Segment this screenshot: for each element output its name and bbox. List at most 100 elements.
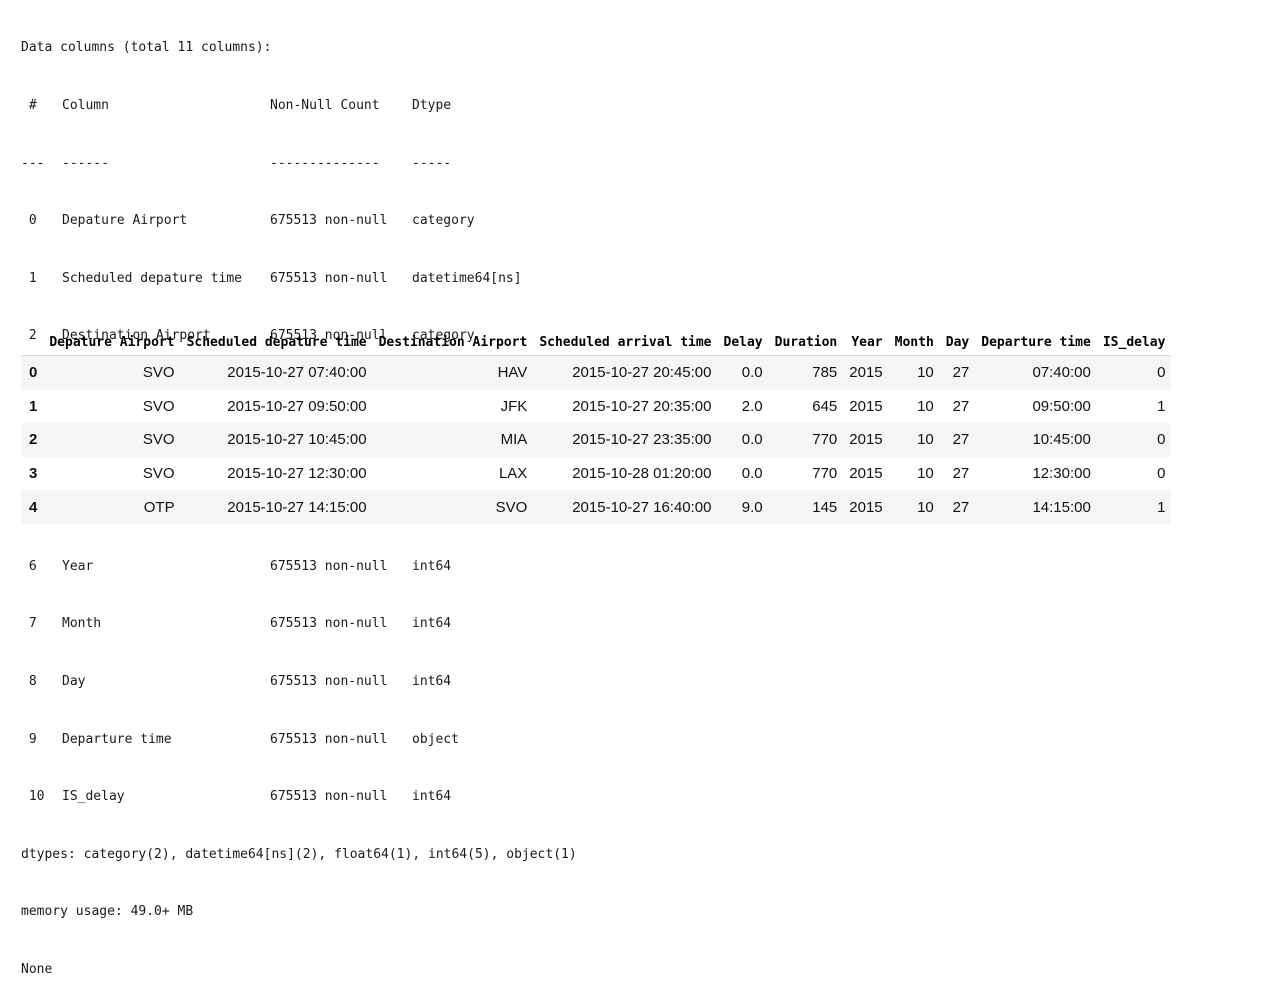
table-cell-delay: 0.0	[741, 364, 763, 382]
info-row-dtype: datetime64[ns]	[412, 270, 522, 286]
info-separator: --- ------ -------------- -----	[21, 154, 577, 173]
table-cell-day: 27	[952, 431, 970, 449]
row-index-cell: 3	[29, 465, 38, 483]
column-header-year: Year	[843, 330, 889, 356]
table-cell-depature-airport: SVO	[142, 397, 175, 415]
column-header-departure-time: Departure time	[975, 330, 1097, 356]
table-cell-duration: 145	[812, 498, 838, 516]
table-body: 0 SVO 2015-10-27 07:40:00 HAV 2015-10-27 20:…	[21, 355, 1172, 524]
info-row-column: Year	[62, 558, 94, 574]
row-index-cell: 0	[29, 364, 38, 382]
info-row-column: Day	[62, 673, 86, 689]
info-header-column: Column	[62, 98, 109, 113]
info-header-num: #	[21, 98, 37, 113]
table-cell-year: 2015	[849, 498, 883, 516]
table-cell-year: 2015	[849, 397, 883, 415]
table-cell-delay: 2.0	[741, 397, 763, 415]
table-cell-departure-time: 07:40:00	[1032, 364, 1091, 382]
info-row-count: 675513 non-null	[270, 673, 388, 689]
info-row-column: Departure time	[62, 731, 172, 747]
table-cell-delay: 0.0	[741, 465, 763, 483]
table-cell-scheduled-depature-time: 2015-10-27 14:15:00	[227, 498, 367, 516]
table-cell-year: 2015	[849, 364, 883, 382]
info-row-dtype: int64	[412, 616, 452, 632]
column-header-scheduled-depature-time: Scheduled depature time	[180, 330, 373, 356]
table-cell-month: 10	[917, 431, 934, 449]
info-header: Data columns (total 11 columns):	[21, 40, 272, 56]
table-header-row: Depature Airport Scheduled depature time D…	[21, 330, 1172, 356]
table-row: 2 SVO 2015-10-27 10:45:00 MIA 2015-10-27 23:…	[21, 423, 1172, 457]
info-row-num: 8	[21, 673, 37, 689]
table-cell-is-delay: 1	[1157, 397, 1166, 415]
table-row: 1 SVO 2015-10-27 09:50:00 JFK 2015-10-27 20:…	[21, 389, 1172, 424]
info-row-num: 6	[21, 558, 37, 574]
table-cell-year: 2015	[849, 431, 883, 449]
column-header-delay: Delay	[717, 330, 769, 356]
table-cell-departure-time: 14:15:00	[1032, 498, 1091, 516]
table-cell-scheduled-depature-time: 2015-10-27 10:45:00	[227, 431, 367, 449]
table-cell-day: 27	[952, 364, 970, 382]
table-cell-scheduled-depature-time: 2015-10-27 09:50:00	[227, 397, 367, 415]
column-header-depature-airport: Depature Airport	[43, 330, 181, 356]
row-index-cell: 2	[29, 431, 38, 449]
info-row-dtype: category	[412, 213, 475, 229]
info-row-num: 9	[21, 731, 37, 747]
table-cell-departure-time: 12:30:00	[1032, 465, 1091, 483]
table-cell-is-delay: 0	[1157, 431, 1166, 449]
table-cell-delay: 9.0	[741, 498, 763, 516]
row-index-cell: 4	[29, 498, 38, 516]
table-cell-delay: 0.0	[741, 431, 763, 449]
column-header-duration: Duration	[768, 330, 844, 356]
info-row-column: Month	[62, 616, 102, 632]
table-cell-is-delay: 0	[1157, 364, 1166, 382]
info-row: 1 Scheduled depature time 675513 non-nul…	[21, 269, 577, 288]
table-cell-duration: 770	[812, 465, 838, 483]
table-cell-departure-time: 09:50:00	[1032, 397, 1091, 415]
table-cell-month: 10	[917, 498, 934, 516]
table-cell-scheduled-depature-time: 2015-10-27 07:40:00	[227, 364, 367, 382]
table-cell-scheduled-depature-time: 2015-10-27 12:30:00	[227, 465, 367, 483]
table-cell-depature-airport: OTP	[143, 498, 175, 516]
info-row-dtype: int64	[412, 789, 452, 805]
column-header-month: Month	[888, 330, 940, 356]
table-cell-depature-airport: SVO	[142, 364, 175, 382]
table-cell-year: 2015	[849, 465, 883, 483]
column-header-destination-airport: Destination Airport	[372, 330, 534, 356]
info-row-column: Scheduled depature time	[62, 270, 243, 286]
info-row: 9 Departure time 675513 non-null object	[21, 730, 577, 749]
info-row-count: 675513 non-null	[270, 789, 388, 805]
info-memory-line: memory usage: 49.0+ MB	[21, 904, 194, 920]
info-row-dtype: object	[412, 731, 459, 747]
info-row-dtype: int64	[412, 558, 452, 574]
table-cell-is-delay: 1	[1157, 498, 1166, 516]
info-sep-dtype: -----	[412, 155, 452, 171]
table-cell-depature-airport: SVO	[142, 465, 175, 483]
table-cell-scheduled-arrival-time: 2015-10-27 23:35:00	[572, 431, 712, 449]
info-row: 10 IS_delay 675513 non-null int64	[21, 787, 577, 806]
info-sep-num: ---	[21, 155, 45, 171]
table-row: 3 SVO 2015-10-27 12:30:00 LAX 2015-10-28 01:…	[21, 456, 1172, 491]
info-row: 0 Depature Airport 675513 non-null categ…	[21, 211, 577, 230]
info-row-num: 10	[21, 789, 45, 805]
info-row-num: 1	[21, 270, 37, 286]
row-index-cell: 1	[29, 397, 38, 415]
info-header-count: Non-Null Count	[270, 98, 380, 113]
table-cell-day: 27	[952, 397, 970, 415]
table-cell-month: 10	[917, 364, 934, 382]
table-cell-destination-airport: MIA	[500, 431, 528, 449]
table-cell-scheduled-arrival-time: 2015-10-27 20:35:00	[572, 397, 712, 415]
table-cell-departure-time: 10:45:00	[1032, 431, 1091, 449]
column-header-index	[21, 330, 44, 356]
info-row: 8 Day 675513 non-null int64	[21, 672, 577, 691]
table-cell-destination-airport: LAX	[498, 465, 528, 483]
info-row-dtype: int64	[412, 673, 452, 689]
table-cell-depature-airport: SVO	[142, 431, 175, 449]
info-column-headers: # Column Non-Null Count Dtype	[21, 96, 577, 115]
info-header-dtype: Dtype	[412, 98, 452, 113]
info-row: 7 Month 675513 non-null int64	[21, 614, 577, 633]
table-cell-destination-airport: JFK	[500, 397, 528, 415]
info-row-count: 675513 non-null	[270, 616, 388, 632]
table-cell-day: 27	[952, 498, 970, 516]
table-cell-destination-airport: SVO	[495, 498, 528, 516]
info-row-num: 7	[21, 616, 37, 632]
